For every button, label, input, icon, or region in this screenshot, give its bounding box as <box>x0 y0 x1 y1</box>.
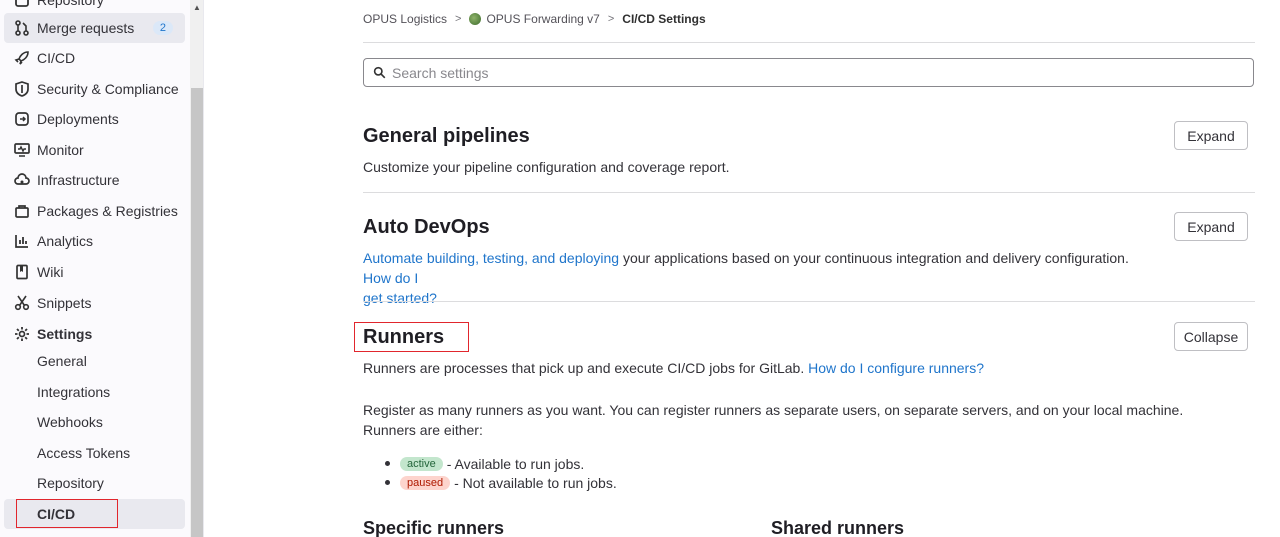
breadcrumb-project[interactable]: OPUS Forwarding v7 <box>486 12 599 26</box>
sidebar-scrollbar-thumb[interactable] <box>191 88 203 537</box>
divider <box>363 301 1255 302</box>
scissors-icon <box>14 295 30 311</box>
book-icon <box>14 264 30 280</box>
general-pipelines-description: Customize your pipeline configuration an… <box>363 159 730 175</box>
runners-description: Runners are processes that pick up and e… <box>363 360 984 376</box>
divider <box>363 42 1255 43</box>
left-sidebar: Repository Merge requests 2 CI/CD Securi… <box>0 0 204 537</box>
sidebar-item-snippets[interactable]: Snippets <box>4 288 185 318</box>
highlight-box-cicd-nav <box>16 499 118 528</box>
scroll-up-arrow-icon[interactable]: ▲ <box>190 0 203 14</box>
rocket-icon <box>14 50 30 66</box>
runners-register-text: Register as many runners as you want. Yo… <box>363 402 1184 418</box>
bullet-icon <box>385 461 390 466</box>
runner-states-list: active - Available to run jobs. paused -… <box>385 454 617 492</box>
settings-sub-webhooks[interactable]: Webhooks <box>4 407 185 437</box>
status-badge-active: active <box>400 456 443 471</box>
sidebar-item-packages[interactable]: Packages & Registries <box>4 196 185 226</box>
sidebar-item-monitor[interactable]: Monitor <box>4 135 185 165</box>
auto-devops-title: Auto DevOps <box>363 216 490 238</box>
list-item: paused - Not available to run jobs. <box>385 473 617 492</box>
runners-collapse-button[interactable]: Collapse <box>1174 322 1248 351</box>
breadcrumb-group[interactable]: OPUS Logistics <box>363 12 447 26</box>
list-item: active - Available to run jobs. <box>385 454 617 473</box>
bullet-icon <box>385 480 390 485</box>
highlight-box-runners <box>354 322 469 352</box>
search-placeholder: Search settings <box>392 64 489 81</box>
chart-icon <box>14 233 30 249</box>
divider <box>363 192 1255 193</box>
status-badge-paused: paused <box>400 475 451 490</box>
search-icon <box>373 66 392 79</box>
configure-runners-link[interactable]: How do I configure runners? <box>808 360 984 376</box>
sidebar-item-deployments[interactable]: Deployments <box>4 104 185 134</box>
general-pipelines-expand-button[interactable]: Expand <box>1174 121 1248 150</box>
sidebar-item-security[interactable]: Security & Compliance <box>4 74 185 104</box>
auto-devops-description: Automate building, testing, and deployin… <box>363 250 1129 306</box>
breadcrumb-current[interactable]: CI/CD Settings <box>622 12 705 26</box>
shared-runners-title: Shared runners <box>771 518 905 537</box>
gear-icon <box>14 326 30 342</box>
package-icon <box>14 203 30 219</box>
shield-icon <box>14 81 30 97</box>
settings-sub-general[interactable]: General <box>4 346 185 376</box>
auto-devops-expand-button[interactable]: Expand <box>1174 212 1248 241</box>
sidebar-item-wiki[interactable]: Wiki <box>4 257 185 287</box>
specific-runners-title: Specific runners <box>363 518 505 537</box>
search-settings-input[interactable]: Search settings <box>363 58 1254 87</box>
merge-request-icon <box>14 20 30 36</box>
how-do-i-get-started-link[interactable]: How do I <box>363 270 418 286</box>
auto-devops-link[interactable]: Automate building, testing, and deployin… <box>363 250 619 266</box>
settings-sub-integrations[interactable]: Integrations <box>4 377 185 407</box>
cloud-gear-icon <box>14 172 30 188</box>
deployments-icon <box>14 111 30 127</box>
project-avatar-icon <box>469 13 482 25</box>
repository-icon <box>14 0 30 8</box>
settings-sub-access-tokens[interactable]: Access Tokens <box>4 438 185 468</box>
chevron-right-icon: > <box>455 13 462 25</box>
merge-requests-count-badge: 2 <box>152 21 173 35</box>
runners-either-text: Runners are either: <box>363 422 483 438</box>
chevron-right-icon: > <box>607 13 615 25</box>
how-do-i-get-started-link-cont[interactable]: get started? <box>363 290 437 306</box>
settings-sub-repository[interactable]: Repository <box>4 468 185 498</box>
breadcrumb: OPUS Logistics > OPUS Forwarding v7 > CI… <box>363 12 706 26</box>
general-pipelines-title: General pipelines <box>363 125 530 147</box>
sidebar-item-merge-requests[interactable]: Merge requests 2 <box>4 13 185 43</box>
monitor-icon <box>14 142 30 158</box>
sidebar-item-settings[interactable]: Settings <box>4 319 185 349</box>
sidebar-item-infrastructure[interactable]: Infrastructure <box>4 165 185 195</box>
sidebar-item-cicd[interactable]: CI/CD <box>4 43 185 73</box>
sidebar-item-analytics[interactable]: Analytics <box>4 226 185 256</box>
